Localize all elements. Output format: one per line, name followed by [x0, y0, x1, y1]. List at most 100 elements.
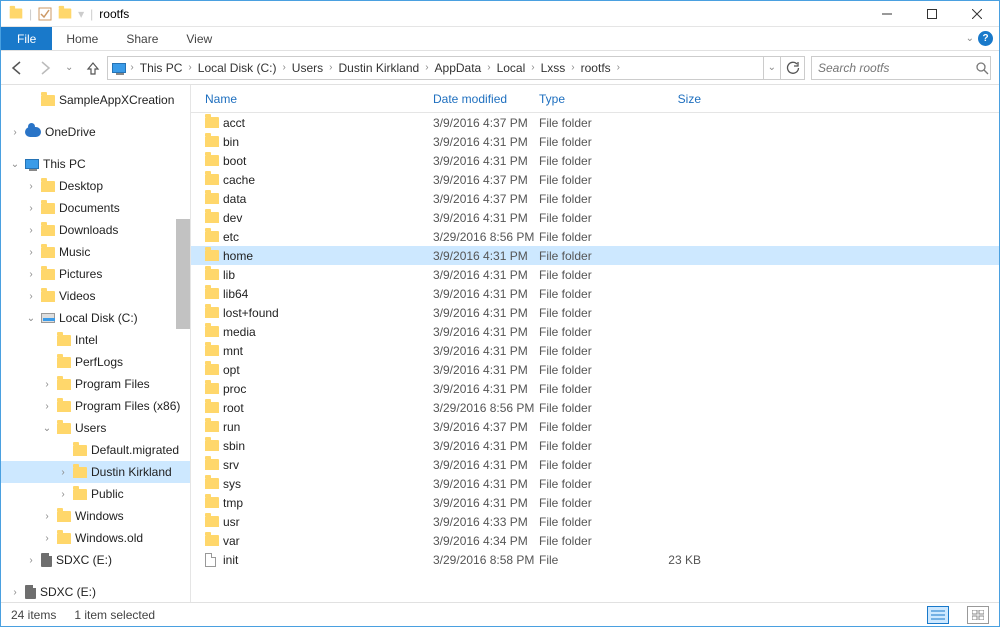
- expand-icon[interactable]: ›: [25, 247, 37, 258]
- nav-back-button[interactable]: [9, 60, 25, 76]
- file-row[interactable]: lost+found3/9/2016 4:31 PMFile folder: [191, 303, 999, 322]
- file-row[interactable]: etc3/29/2016 8:56 PMFile folder: [191, 227, 999, 246]
- tree-item[interactable]: ›Windows.old: [1, 527, 190, 549]
- expand-icon[interactable]: ›: [25, 203, 37, 214]
- ribbon-share-tab[interactable]: Share: [112, 27, 172, 50]
- tree-item[interactable]: ›Public: [1, 483, 190, 505]
- chevron-right-icon[interactable]: ›: [128, 62, 135, 73]
- col-size[interactable]: Size: [641, 92, 711, 106]
- file-row[interactable]: dev3/9/2016 4:31 PMFile folder: [191, 208, 999, 227]
- file-row[interactable]: cache3/9/2016 4:37 PMFile folder: [191, 170, 999, 189]
- breadcrumb-segment[interactable]: Local: [495, 61, 528, 75]
- file-row[interactable]: bin3/9/2016 4:31 PMFile folder: [191, 132, 999, 151]
- chevron-right-icon[interactable]: ›: [280, 62, 287, 73]
- tree-item[interactable]: ›Dustin Kirkland: [1, 461, 190, 483]
- file-row[interactable]: media3/9/2016 4:31 PMFile folder: [191, 322, 999, 341]
- expand-icon[interactable]: ›: [41, 511, 53, 522]
- view-large-icons-button[interactable]: [967, 606, 989, 624]
- col-type[interactable]: Type: [539, 92, 641, 106]
- tree-item[interactable]: PerfLogs: [1, 351, 190, 373]
- tree-scrollbar-thumb[interactable]: [176, 219, 190, 329]
- file-row[interactable]: var3/9/2016 4:34 PMFile folder: [191, 531, 999, 550]
- tree-item[interactable]: ›Desktop: [1, 175, 190, 197]
- breadcrumb-segment[interactable]: rootfs: [579, 61, 613, 75]
- file-row[interactable]: data3/9/2016 4:37 PMFile folder: [191, 189, 999, 208]
- breadcrumb-segment[interactable]: Dustin Kirkland: [336, 61, 421, 75]
- expand-icon[interactable]: ⌄: [9, 159, 21, 170]
- minimize-button[interactable]: [864, 1, 909, 27]
- file-row[interactable]: sbin3/9/2016 4:31 PMFile folder: [191, 436, 999, 455]
- expand-icon[interactable]: ›: [9, 127, 21, 138]
- new-folder-icon[interactable]: [59, 9, 72, 19]
- expand-icon[interactable]: ⌄: [25, 313, 37, 324]
- nav-recent-dropdown[interactable]: ⌄: [65, 62, 73, 73]
- file-row[interactable]: mnt3/9/2016 4:31 PMFile folder: [191, 341, 999, 360]
- expand-icon[interactable]: ⌄: [41, 423, 53, 434]
- tree-item[interactable]: ⌄Users: [1, 417, 190, 439]
- nav-up-button[interactable]: [85, 60, 101, 76]
- tree-item[interactable]: ›Program Files (x86): [1, 395, 190, 417]
- col-date[interactable]: Date modified: [433, 92, 539, 106]
- file-list[interactable]: acct3/9/2016 4:37 PMFile folderbin3/9/20…: [191, 113, 999, 602]
- breadcrumb-segment[interactable]: Users: [290, 61, 325, 75]
- chevron-right-icon[interactable]: ›: [423, 62, 430, 73]
- breadcrumb-segment[interactable]: Lxss: [539, 61, 568, 75]
- breadcrumb-segment[interactable]: This PC: [138, 61, 185, 75]
- file-row[interactable]: boot3/9/2016 4:31 PMFile folder: [191, 151, 999, 170]
- expand-icon[interactable]: ›: [25, 269, 37, 280]
- file-row[interactable]: usr3/9/2016 4:33 PMFile folder: [191, 512, 999, 531]
- column-headers[interactable]: Name Date modified Type Size: [191, 85, 999, 113]
- search-icon[interactable]: [975, 61, 989, 75]
- properties-icon[interactable]: [38, 7, 52, 21]
- maximize-button[interactable]: [909, 1, 954, 27]
- tree-item[interactable]: Default.migrated: [1, 439, 190, 461]
- file-row[interactable]: lib643/9/2016 4:31 PMFile folder: [191, 284, 999, 303]
- tree-item[interactable]: ›Videos: [1, 285, 190, 307]
- tree-item[interactable]: SampleAppXCreation: [1, 89, 190, 111]
- file-row[interactable]: sys3/9/2016 4:31 PMFile folder: [191, 474, 999, 493]
- ribbon-expand-icon[interactable]: ⌄: [966, 33, 974, 44]
- tree-item[interactable]: Intel: [1, 329, 190, 351]
- breadcrumb-segment[interactable]: Local Disk (C:): [196, 61, 279, 75]
- expand-icon[interactable]: ›: [41, 401, 53, 412]
- tree-item[interactable]: ›Windows: [1, 505, 190, 527]
- refresh-button[interactable]: [781, 56, 805, 80]
- tree-item[interactable]: ›Documents: [1, 197, 190, 219]
- ribbon-home-tab[interactable]: Home: [52, 27, 112, 50]
- close-button[interactable]: [954, 1, 999, 27]
- breadcrumb-segment[interactable]: AppData: [433, 61, 484, 75]
- tree-item[interactable]: ›Downloads: [1, 219, 190, 241]
- file-row[interactable]: tmp3/9/2016 4:31 PMFile folder: [191, 493, 999, 512]
- tree-item[interactable]: ›OneDrive: [1, 121, 190, 143]
- file-row[interactable]: acct3/9/2016 4:37 PMFile folder: [191, 113, 999, 132]
- chevron-right-icon[interactable]: ›: [327, 62, 334, 73]
- chevron-right-icon[interactable]: ›: [569, 62, 576, 73]
- chevron-right-icon[interactable]: ›: [615, 62, 622, 73]
- chevron-right-icon[interactable]: ›: [529, 62, 536, 73]
- breadcrumb[interactable]: › This PC›Local Disk (C:)›Users›Dustin K…: [107, 56, 763, 80]
- file-row[interactable]: lib3/9/2016 4:31 PMFile folder: [191, 265, 999, 284]
- breadcrumb-dropdown-icon[interactable]: ⌄: [768, 62, 776, 73]
- search-box[interactable]: [811, 56, 991, 80]
- nav-tree[interactable]: SampleAppXCreation›OneDrive⌄This PC›Desk…: [1, 85, 191, 602]
- tree-item[interactable]: ›Program Files: [1, 373, 190, 395]
- help-icon[interactable]: ?: [978, 31, 993, 46]
- expand-icon[interactable]: ›: [25, 181, 37, 192]
- tree-item[interactable]: ›Music: [1, 241, 190, 263]
- chevron-right-icon[interactable]: ›: [186, 62, 193, 73]
- tree-item[interactable]: ›Pictures: [1, 263, 190, 285]
- file-row[interactable]: init3/29/2016 8:58 PMFile23 KB: [191, 550, 999, 569]
- expand-icon[interactable]: ›: [41, 533, 53, 544]
- search-input[interactable]: [818, 61, 975, 75]
- expand-icon[interactable]: ›: [9, 587, 21, 598]
- col-name[interactable]: Name: [205, 92, 433, 106]
- expand-icon[interactable]: ›: [25, 291, 37, 302]
- expand-icon[interactable]: ›: [25, 225, 37, 236]
- expand-icon[interactable]: ›: [25, 555, 37, 566]
- file-row[interactable]: root3/29/2016 8:56 PMFile folder: [191, 398, 999, 417]
- tree-item[interactable]: ›SDXC (E:): [1, 581, 190, 602]
- file-row[interactable]: run3/9/2016 4:37 PMFile folder: [191, 417, 999, 436]
- tree-item[interactable]: ⌄Local Disk (C:): [1, 307, 190, 329]
- view-details-button[interactable]: [927, 606, 949, 624]
- file-row[interactable]: home3/9/2016 4:31 PMFile folder: [191, 246, 999, 265]
